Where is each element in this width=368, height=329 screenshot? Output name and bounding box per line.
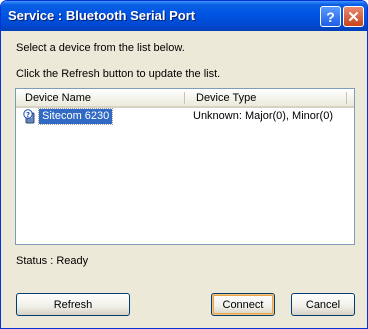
device-name-cell[interactable]: Sitecom 6230: [37, 108, 114, 125]
title-bar[interactable]: Service : Bluetooth Serial Port ? ✕: [1, 1, 367, 31]
list-header: Device Name Device Type: [16, 89, 354, 108]
column-divider[interactable]: [346, 92, 347, 104]
window-title: Service : Bluetooth Serial Port: [8, 8, 196, 23]
svg-text:?: ?: [26, 111, 30, 119]
status-text: Status : Ready: [16, 255, 89, 267]
device-list[interactable]: Device Name Device Type ? Sitecom 6230 U…: [15, 88, 355, 245]
column-header-device-name[interactable]: Device Name: [25, 92, 91, 104]
refresh-button[interactable]: Refresh: [16, 293, 130, 316]
instruction-refresh: Click the Refresh button to update the l…: [16, 68, 221, 80]
cancel-button[interactable]: Cancel: [291, 293, 355, 316]
device-type-cell: Unknown: Major(0), Minor(0): [193, 110, 333, 122]
column-divider[interactable]: [184, 92, 185, 104]
connect-button[interactable]: Connect: [211, 293, 275, 316]
instruction-select: Select a device from the list below.: [16, 42, 185, 54]
help-button[interactable]: ?: [320, 6, 341, 27]
close-button[interactable]: ✕: [343, 6, 364, 27]
bluetooth-device-unknown-icon: ?: [23, 109, 35, 124]
help-icon: ?: [326, 8, 335, 25]
close-icon: ✕: [347, 8, 360, 26]
table-row[interactable]: ? Sitecom 6230 Unknown: Major(0), Minor(…: [18, 108, 352, 125]
column-header-device-type[interactable]: Device Type: [196, 92, 256, 104]
dialog-window: Service : Bluetooth Serial Port ? ✕ Sele…: [0, 0, 368, 329]
